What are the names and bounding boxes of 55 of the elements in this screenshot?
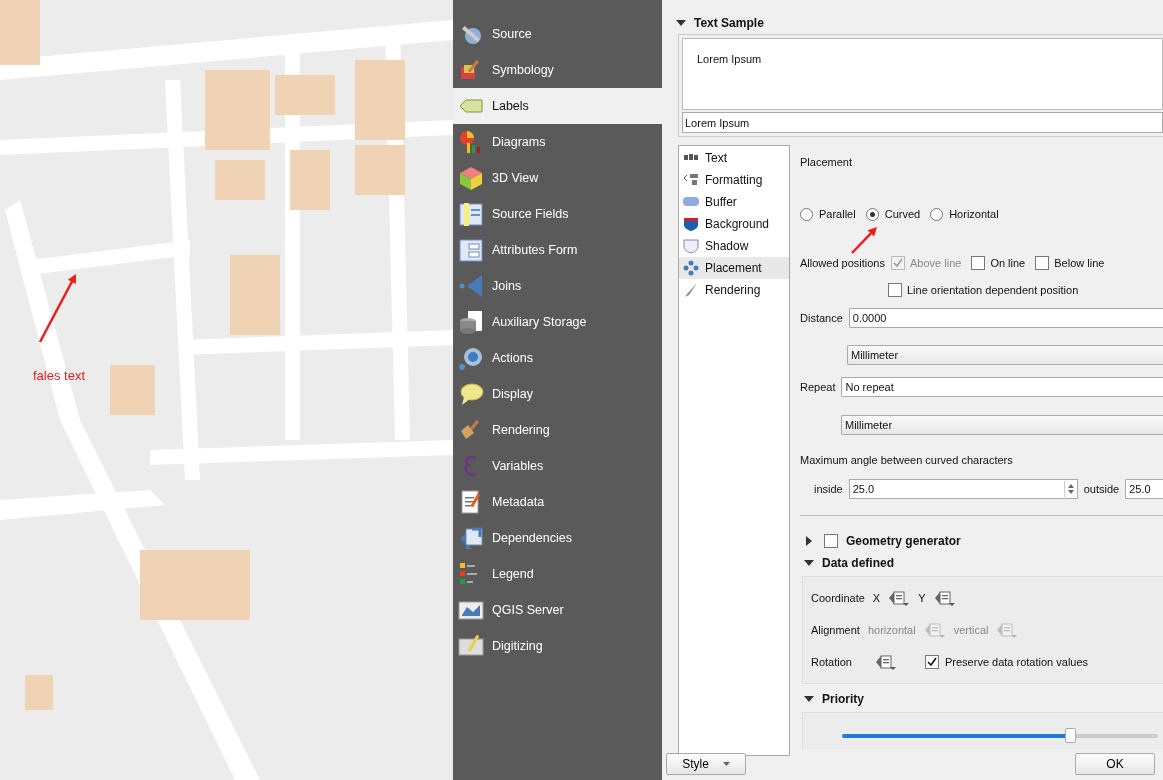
inside-spinbox[interactable]: 25.0 xyxy=(848,479,1078,499)
unit-dropdown[interactable]: Millimeter xyxy=(841,415,1163,435)
field-label: outside xyxy=(1083,483,1120,495)
tab[interactable]: Placement xyxy=(679,257,789,279)
radio-label[interactable]: Curved xyxy=(884,208,921,220)
axis-label: Y xyxy=(918,592,926,604)
distance-field[interactable]: 0.0000 xyxy=(848,308,1163,328)
sidebar-item[interactable]: Source Fields xyxy=(453,196,662,232)
section-label: Placement xyxy=(800,156,852,168)
unit-dropdown[interactable]: Millimeter xyxy=(847,345,1163,365)
sidebar-item[interactable]: Joins xyxy=(453,268,662,304)
radio-label[interactable]: Parallel xyxy=(819,208,856,220)
checkbox-label[interactable]: Preserve data rotation values xyxy=(945,656,1089,668)
radio-label[interactable]: Horizontal xyxy=(949,208,999,220)
checkbox-label[interactable]: Below line xyxy=(1054,257,1105,269)
repeat-field[interactable]: No repeat xyxy=(841,377,1163,397)
ok-button[interactable]: OK xyxy=(1075,753,1155,775)
field-label: inside xyxy=(814,483,843,495)
sidebar-item[interactable]: Source xyxy=(453,16,662,52)
sidebar-item[interactable]: Diagrams xyxy=(453,124,662,160)
field-label: Distance xyxy=(800,312,843,324)
sidebar-item[interactable]: 3D View xyxy=(453,160,662,196)
sidebar-item[interactable]: Actions xyxy=(453,340,662,376)
sample-text-field[interactable]: Lorem Ipsum xyxy=(682,112,1163,133)
option-label: vertical xyxy=(953,624,989,636)
field-label: Alignment xyxy=(811,624,860,636)
field-label: Repeat xyxy=(800,381,836,393)
field-label: Coordinate xyxy=(811,592,865,604)
checkbox-label[interactable]: On line xyxy=(990,257,1026,269)
section-title: Data defined xyxy=(822,556,894,570)
sidebar-item[interactable]: Legend xyxy=(453,556,662,592)
field-label: Allowed positions xyxy=(800,257,885,269)
sidebar-item[interactable]: Symbology xyxy=(453,52,662,88)
outside-spinbox[interactable]: 25.0 xyxy=(1125,479,1163,499)
sidebar-item[interactable]: Display xyxy=(453,376,662,412)
section-title: Priority xyxy=(822,692,864,706)
text-preview: Lorem Ipsum xyxy=(682,38,1163,110)
field-label: Rotation xyxy=(811,656,853,668)
checkbox-label[interactable]: Line orientation dependent position xyxy=(907,284,1079,296)
field-label: Maximum angle between curved characters xyxy=(800,454,1013,466)
sidebar-item[interactable]: Digitizing xyxy=(453,628,662,664)
sidebar-item[interactable]: Auxiliary Storage xyxy=(453,304,662,340)
section-title: Geometry generator xyxy=(846,534,961,548)
sidebar-item[interactable]: Labels xyxy=(453,88,662,124)
annotation-text: fales text xyxy=(33,368,86,383)
sidebar-item[interactable]: Dependencies xyxy=(453,520,662,556)
sidebar-item[interactable]: Variables xyxy=(453,448,662,484)
section-title: Text Sample xyxy=(694,16,764,30)
sidebar-item[interactable]: Attributes Form xyxy=(453,232,662,268)
sidebar-item[interactable]: Metadata xyxy=(453,484,662,520)
axis-label: X xyxy=(872,592,881,604)
option-label: horizontal xyxy=(867,624,916,636)
style-dropdown-button[interactable]: Style xyxy=(666,753,746,775)
sidebar-item[interactable]: QGIS Server xyxy=(453,592,662,628)
sidebar-item[interactable]: Rendering xyxy=(453,412,662,448)
